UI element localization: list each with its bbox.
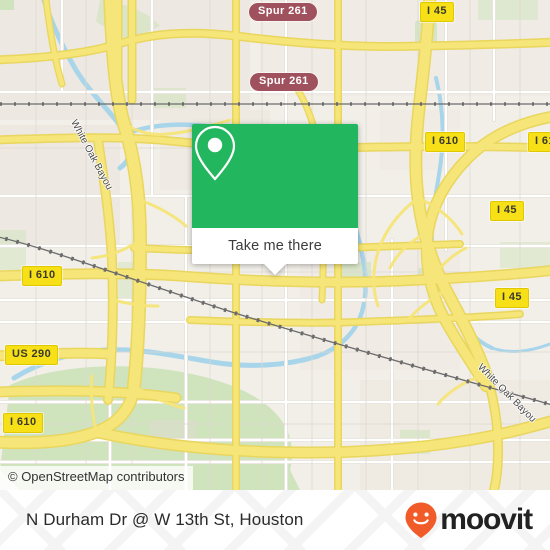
popup-icon-area [192,124,358,228]
station-title: N Durham Dr @ W 13th St, Houston [26,510,304,529]
moovit-wordmark: moovit [440,503,533,536]
moovit-station-map-card: .road { stroke:#f6e578; stroke-linecap:r… [0,0,550,550]
moovit-brand[interactable]: moovit [404,501,533,539]
shield-i-610-left: I 610 [22,266,63,286]
shield-i-45-top: I 45 [420,2,454,22]
shield-us-290-left: US 290 [5,345,59,365]
shield-i-610-edge: I 610 [528,132,550,152]
footer-bar: N Durham Dr @ W 13th St, Houston moovit [0,490,550,550]
shield-spur-261-top: Spur 261 [249,3,317,21]
footer-content: N Durham Dr @ W 13th St, Houston moovit [0,490,550,550]
popup-tail [264,264,286,275]
moovit-smiley-pin-icon [405,502,437,538]
destination-popup-card[interactable]: Take me there [192,124,358,275]
map-pin-icon [194,125,236,181]
popup-action-area[interactable]: Take me there [192,228,358,275]
shield-i-610-bottom: I 610 [3,413,44,433]
osm-attribution[interactable]: © OpenStreetMap contributors [0,466,193,490]
shield-i-45-right: I 45 [490,201,524,221]
take-me-there-label: Take me there [228,238,322,254]
map-canvas[interactable]: .road { stroke:#f6e578; stroke-linecap:r… [0,0,550,490]
shield-i-45-right-low: I 45 [495,288,529,308]
shield-spur-261-second: Spur 261 [250,73,318,91]
shield-i-610-right-top: I 610 [425,132,466,152]
